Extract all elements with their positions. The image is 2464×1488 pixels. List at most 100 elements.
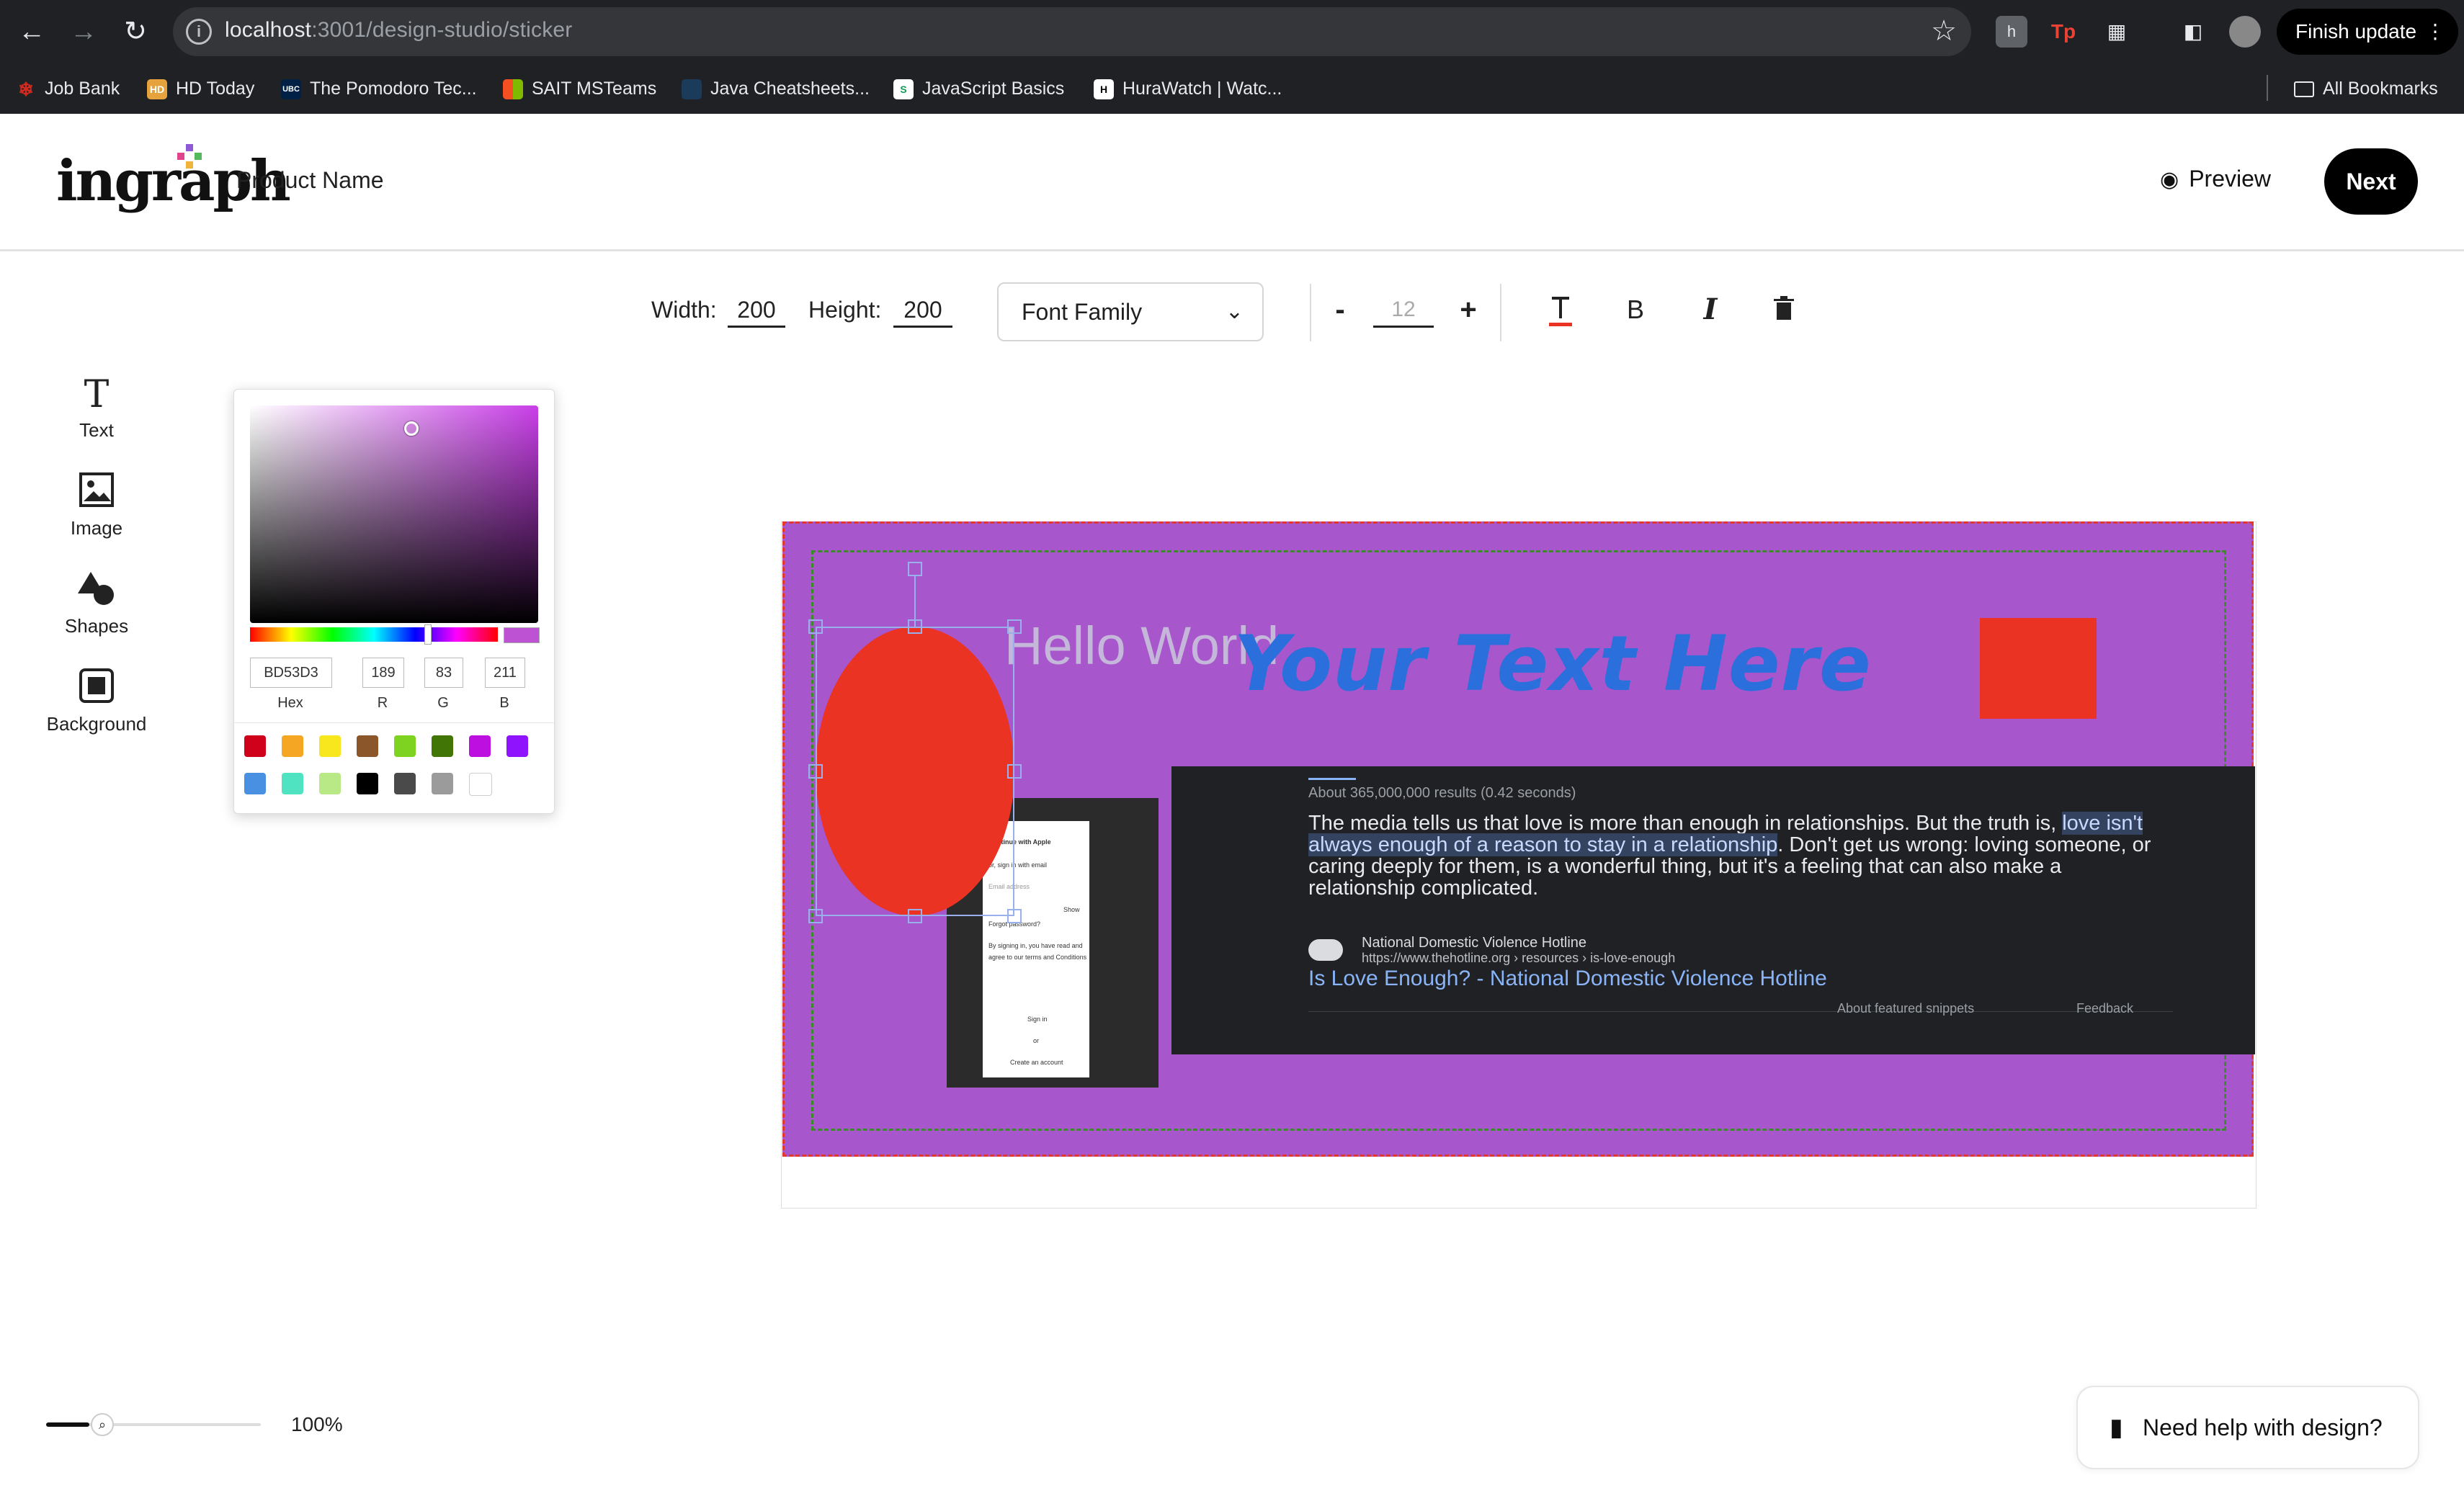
bookmark-pomodoro[interactable]: UBC The Pomodoro Tec... — [281, 73, 477, 104]
height-label: Height: — [808, 297, 882, 323]
hue-slider[interactable] — [250, 627, 498, 642]
current-color-swatch — [504, 627, 540, 643]
phone-line: agree to our terms and Conditions — [988, 954, 1087, 961]
saturation-area[interactable] — [250, 405, 538, 623]
resize-handle-bottom[interactable] — [908, 909, 922, 923]
g-label: G — [437, 695, 449, 711]
color-swatch[interactable] — [244, 773, 266, 794]
color-swatch[interactable] — [394, 735, 416, 757]
resize-handle-top-left[interactable] — [808, 619, 823, 634]
chevron-down-icon: ⌄ — [1225, 300, 1244, 323]
phone-line: Sign in — [1027, 1016, 1048, 1023]
app-header: ingraph Product Name ◉ Preview Next — [0, 114, 2464, 251]
resize-handle-top-right[interactable] — [1007, 619, 1022, 634]
resize-handle-left[interactable] — [808, 764, 823, 779]
color-swatch[interactable] — [506, 735, 528, 757]
hd-icon: HD — [147, 79, 167, 100]
hue-handle[interactable] — [424, 624, 432, 645]
color-swatch[interactable] — [319, 735, 341, 757]
bookmark-hurawatch[interactable]: H HuraWatch | Watc... — [1094, 73, 1282, 104]
delete-button[interactable] — [1764, 290, 1804, 330]
color-swatch[interactable] — [357, 773, 378, 794]
extension-1-icon[interactable]: h — [1996, 16, 2027, 48]
color-swatch[interactable] — [469, 773, 492, 796]
hex-input[interactable]: BD53D3 — [250, 658, 332, 688]
profile-avatar[interactable] — [2229, 16, 2261, 48]
resize-handle-top[interactable] — [908, 619, 922, 634]
font-size-increase-button[interactable]: + — [1448, 290, 1488, 330]
width-input[interactable]: 200 — [728, 294, 785, 328]
chat-icon: ▮ — [2110, 1414, 2123, 1441]
extensions-puzzle-icon[interactable]: ▦ — [2101, 16, 2133, 48]
back-icon[interactable]: ← — [16, 16, 48, 48]
tool-image[interactable]: Image — [27, 471, 166, 539]
tool-text[interactable]: T Text — [27, 373, 166, 442]
color-swatch[interactable] — [432, 773, 453, 794]
resize-handle-right[interactable] — [1007, 764, 1022, 779]
resize-handle-bottom-left[interactable] — [808, 909, 823, 923]
h-icon: H — [1094, 79, 1114, 100]
search-result-image[interactable]: About 365,000,000 results (0.42 seconds)… — [1171, 766, 2255, 1054]
color-swatch[interactable] — [469, 735, 491, 757]
red-rectangle-shape[interactable] — [1980, 618, 2097, 719]
text-color-icon — [1549, 297, 1572, 326]
reload-icon[interactable]: ↻ — [120, 16, 151, 48]
bookmark-job-bank[interactable]: ❄ Job Bank — [16, 73, 120, 104]
forward-icon[interactable]: → — [68, 16, 99, 48]
s-icon: S — [893, 79, 914, 100]
g-input[interactable]: 83 — [424, 658, 463, 688]
about-snippets: About featured snippets — [1837, 1001, 1975, 1016]
hex-label: Hex — [277, 695, 303, 711]
italic-button[interactable]: I — [1690, 290, 1731, 330]
source-favicon — [1308, 939, 1343, 961]
text-color-button[interactable] — [1540, 290, 1581, 330]
bookmark-hd-today[interactable]: HD HD Today — [147, 73, 254, 104]
bold-button[interactable]: B — [1615, 290, 1656, 330]
all-bookmarks[interactable]: All Bookmarks — [2294, 73, 2438, 104]
finish-update-button[interactable]: Finish update ⋮ — [2277, 9, 2458, 55]
rotate-handle[interactable] — [908, 562, 922, 576]
b-input[interactable]: 211 — [485, 658, 525, 688]
side-panel-icon[interactable]: ◧ — [2177, 16, 2209, 48]
height-input[interactable]: 200 — [893, 294, 952, 328]
r-input[interactable]: 189 — [362, 658, 404, 688]
bookmark-sait-msteams[interactable]: SAIT MSTeams — [503, 73, 656, 104]
results-count: About 365,000,000 results (0.42 seconds) — [1308, 785, 1576, 801]
r-label: R — [377, 695, 388, 711]
zoom-slider-handle[interactable]: ⌕ — [91, 1413, 114, 1436]
tool-shapes[interactable]: Shapes — [27, 569, 166, 637]
bookmark-star-icon[interactable]: ☆ — [1931, 14, 1957, 48]
bookmark-java-cheatsheets[interactable]: Java Cheatsheets... — [682, 73, 870, 104]
color-swatch[interactable] — [282, 735, 303, 757]
site-info-icon[interactable]: i — [186, 19, 212, 45]
extension-tp-icon[interactable]: Tp — [2048, 16, 2079, 48]
color-swatch[interactable] — [432, 735, 453, 757]
your-text-here-text[interactable]: Your Text Here — [1233, 619, 1872, 708]
saturation-handle[interactable] — [404, 421, 419, 436]
bookmark-javascript-basics[interactable]: S JavaScript Basics — [893, 73, 1064, 104]
color-swatch[interactable] — [357, 735, 378, 757]
color-swatch[interactable] — [319, 773, 341, 794]
trash-icon — [1774, 296, 1794, 320]
ubc-icon: UBC — [281, 79, 301, 100]
font-size-input[interactable]: 12 — [1373, 294, 1434, 328]
font-family-select[interactable]: Font Family ⌄ — [997, 282, 1264, 341]
tab-underline — [1308, 778, 1356, 780]
microsoft-icon — [503, 79, 523, 100]
address-bar[interactable]: i localhost:3001/design-studio/sticker ☆ — [173, 7, 1971, 56]
color-swatch[interactable] — [394, 773, 416, 794]
toolbar-divider — [1500, 284, 1501, 341]
source-url: https://www.thehotline.org › resources ›… — [1362, 951, 1676, 965]
next-button[interactable]: Next — [2324, 148, 2418, 215]
tool-text-label: Text — [79, 419, 114, 441]
phone-line: Show — [1063, 906, 1080, 913]
result-link: Is Love Enough? - National Domestic Viol… — [1308, 967, 1827, 990]
color-swatch[interactable] — [282, 773, 303, 794]
tool-background[interactable]: Background — [27, 667, 166, 735]
resize-handle-bottom-right[interactable] — [1007, 909, 1022, 923]
preview-button[interactable]: ◉ Preview — [2160, 166, 2271, 192]
color-swatch[interactable] — [244, 735, 266, 757]
folder-icon — [2294, 81, 2314, 98]
help-button[interactable]: ▮ Need help with design? — [2076, 1386, 2419, 1469]
font-size-decrease-button[interactable]: - — [1320, 290, 1360, 330]
